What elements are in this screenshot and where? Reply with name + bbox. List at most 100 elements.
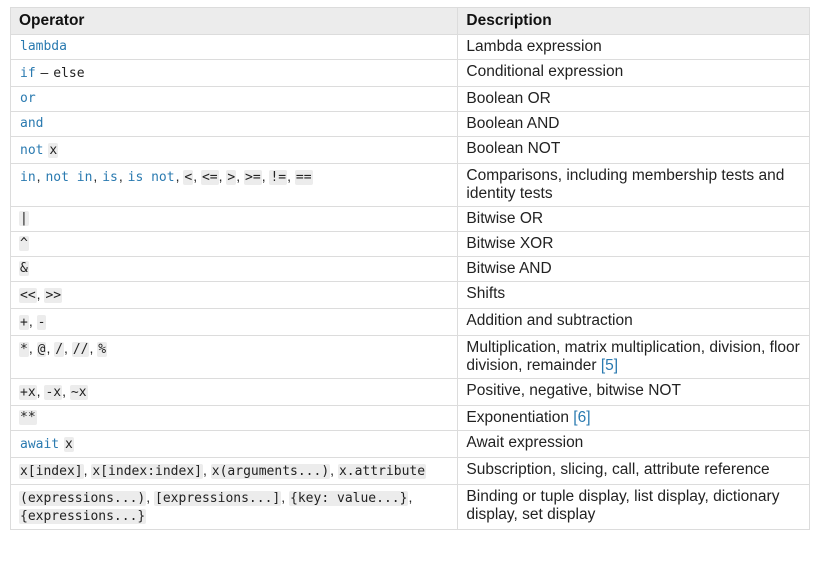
table-row: (expressions...), [expressions...], {key…	[9, 484, 810, 530]
description-cell: Multiplication, matrix multiplication, d…	[457, 335, 810, 379]
operator-token: ==	[294, 170, 313, 185]
operator-cell: and	[9, 111, 459, 137]
operator-token: <	[183, 170, 194, 185]
operator-precedence-table: Operator Description lambda Lambda expres…	[9, 7, 810, 530]
description-cell: Await expression	[457, 430, 810, 458]
separator: ,	[146, 489, 155, 505]
operator-token: +x	[19, 385, 37, 400]
operator-token: -x	[44, 385, 63, 400]
description-cell: Conditional expression	[457, 59, 810, 87]
table-row: or Boolean OR	[9, 86, 810, 112]
table-row: +, - Addition and subtraction	[9, 308, 810, 336]
operator-token: [expressions...]	[154, 491, 282, 506]
operator-cell: if – else	[9, 59, 459, 87]
description-text: Await expression	[466, 434, 584, 451]
footnote-link[interactable]: [5]	[601, 357, 618, 374]
operator-token: !=	[269, 170, 288, 185]
operator-cell: not x	[9, 136, 459, 164]
operator-token: /	[54, 342, 65, 357]
table-header-row: Operator Description	[9, 7, 810, 35]
keyword-token: or	[20, 91, 36, 106]
footnote-link[interactable]: [6]	[573, 409, 590, 426]
description-text: Boolean NOT	[466, 140, 561, 157]
description-cell: Shifts	[457, 281, 810, 309]
separator: ,	[281, 489, 290, 505]
description-text: Shifts	[466, 285, 506, 302]
operator-token: ~x	[69, 385, 88, 400]
description-text: Conditional expression	[466, 63, 624, 80]
table-row: ** Exponentiation [6]	[9, 405, 810, 431]
description-cell: Positive, negative, bitwise NOT	[457, 378, 810, 406]
description-cell: Boolean NOT	[457, 136, 810, 164]
table-row: and Boolean AND	[9, 111, 810, 137]
operator-token: (expressions...)	[19, 491, 147, 506]
separator: ,	[236, 168, 245, 184]
description-text: Multiplication, matrix multiplication, d…	[466, 339, 800, 374]
operator-token: >=	[244, 170, 262, 185]
description-text: Addition and subtraction	[466, 312, 633, 329]
description-text: Lambda expression	[466, 38, 602, 55]
table-row: lambda Lambda expression	[9, 34, 810, 60]
keyword-token: and	[20, 116, 44, 131]
description-cell: Addition and subtraction	[457, 308, 810, 336]
separator: ,	[64, 340, 72, 356]
column-header-description: Description	[457, 7, 810, 35]
table-row: ^ Bitwise XOR	[9, 231, 810, 257]
operator-token: >	[226, 170, 237, 185]
operator-token: {expressions...}	[19, 509, 147, 524]
operator-cell: <<, >>	[9, 281, 459, 309]
separator: ,	[28, 340, 37, 356]
keyword-token: not	[20, 143, 44, 158]
separator: –	[36, 64, 53, 80]
operator-token: &	[19, 261, 29, 276]
separator: ,	[202, 462, 211, 478]
operator-cell: *, @, /, //, %	[9, 335, 459, 379]
description-text: Binding or tuple display, list display, …	[466, 488, 780, 523]
operator-token: +	[19, 315, 29, 330]
operator-cell: ^	[9, 231, 459, 257]
operator-cell: +, -	[9, 308, 459, 336]
table-row: +x, -x, ~x Positive, negative, bitwise NO…	[9, 378, 810, 406]
operator-token: else	[53, 66, 85, 81]
description-text: Bitwise AND	[466, 260, 552, 277]
table-row: await x Await expression	[9, 430, 810, 458]
description-text: Exponentiation	[466, 409, 569, 426]
separator: ,	[118, 168, 127, 184]
description-cell: Boolean AND	[457, 111, 810, 137]
operator-cell: &	[9, 256, 459, 282]
operator-token: **	[19, 410, 37, 425]
description-cell: Boolean OR	[457, 86, 810, 112]
operator-cell: or	[9, 86, 459, 112]
operator-token: -	[36, 315, 47, 330]
operator-token: x.attribute	[337, 464, 427, 479]
description-cell: Exponentiation [6]	[457, 405, 810, 431]
operator-cell: in, not in, is, is not, <, <=, >, >=, !=…	[9, 163, 459, 207]
operator-cell: await x	[9, 430, 459, 458]
separator: ,	[408, 489, 413, 505]
keyword-token: is not	[127, 170, 175, 185]
description-cell: Subscription, slicing, call, attribute r…	[457, 457, 810, 485]
operator-token: //	[71, 342, 90, 357]
description-cell: Comparisons, including membership tests …	[457, 163, 810, 207]
separator: ,	[28, 313, 37, 329]
operator-cell: x[index], x[index:index], x(arguments...…	[9, 457, 459, 485]
table-row: *, @, /, //, % Multiplication, matrix mul…	[9, 335, 810, 379]
description-text: Comparisons, including membership tests …	[466, 167, 785, 202]
description-cell: Bitwise OR	[457, 206, 810, 232]
operator-token: <=	[200, 170, 219, 185]
description-cell: Bitwise AND	[457, 256, 810, 282]
operator-token: x(arguments...)	[210, 464, 331, 479]
table-row: if – else Conditional expression	[9, 59, 810, 87]
operator-cell: +x, -x, ~x	[9, 378, 459, 406]
operator-token: |	[19, 211, 29, 226]
operator-token: %	[97, 342, 108, 357]
description-cell: Lambda expression	[457, 34, 810, 60]
operator-token: x[index]	[19, 464, 84, 479]
column-header-operator: Operator	[9, 7, 459, 35]
operator-token: ^	[19, 236, 29, 251]
separator: ,	[287, 168, 295, 184]
keyword-token: is	[102, 170, 118, 185]
table-row: | Bitwise OR	[9, 206, 810, 232]
operator-token: <<	[19, 288, 37, 303]
table-body: lambda Lambda expression if – else Conditio…	[9, 34, 810, 530]
